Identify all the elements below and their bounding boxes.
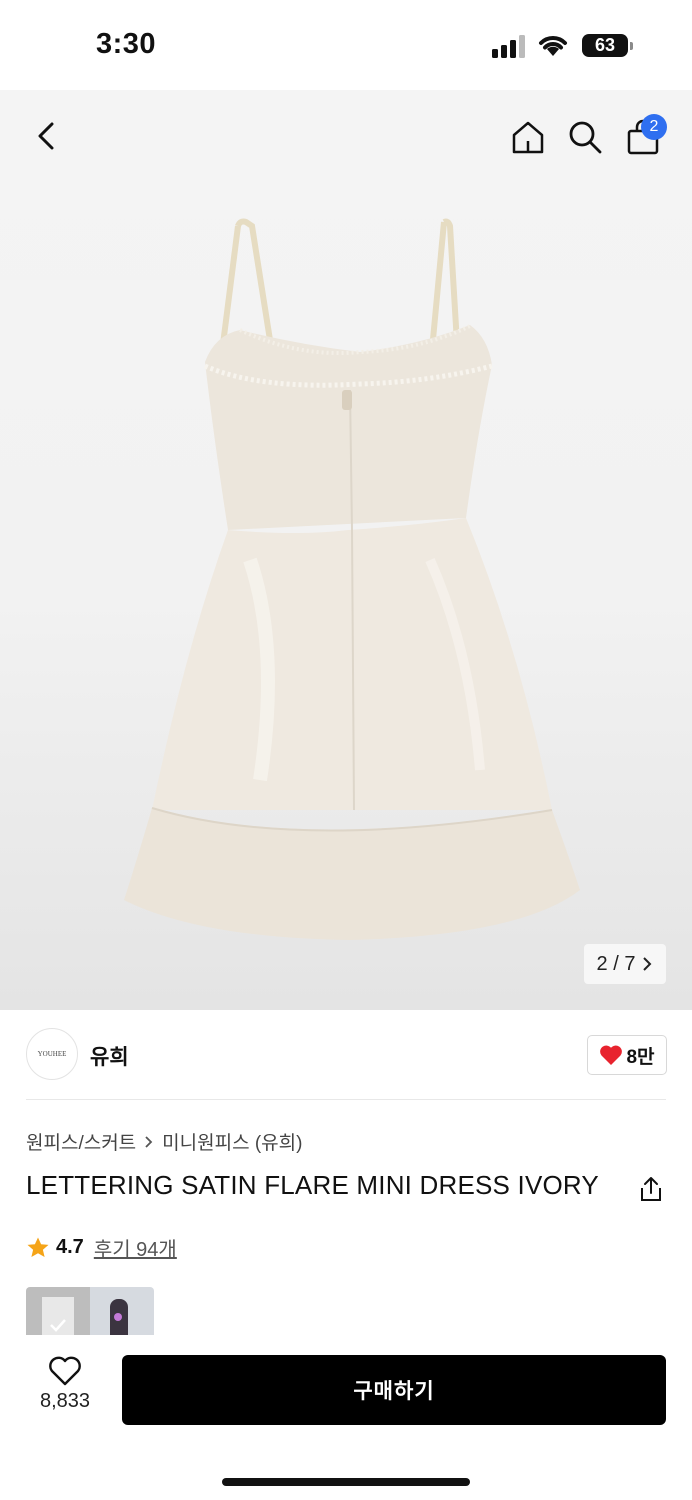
divider bbox=[26, 1099, 666, 1100]
share-button[interactable] bbox=[636, 1174, 666, 1204]
pager-text: 2 / 7 bbox=[596, 952, 636, 975]
product-image[interactable] bbox=[0, 90, 692, 1010]
back-button[interactable] bbox=[24, 114, 68, 158]
status-time: 3:30 bbox=[96, 28, 157, 60]
rating-score: 4.7 bbox=[56, 1236, 84, 1258]
star-icon bbox=[27, 1237, 49, 1257]
thumbnail-selected[interactable] bbox=[26, 1287, 90, 1335]
reviews-link[interactable]: 후기 94개 bbox=[94, 1233, 177, 1262]
store-name[interactable]: 유희 bbox=[90, 1041, 129, 1071]
share-icon bbox=[641, 1177, 661, 1201]
wishlist-count: 8,833 bbox=[39, 1390, 91, 1412]
battery-cap bbox=[630, 42, 633, 50]
product-title: LETTERING SATIN FLARE MINI DRESS IVORY bbox=[26, 1170, 599, 1200]
buy-button[interactable]: 구매하기 bbox=[122, 1355, 666, 1425]
wishlist-button[interactable]: 8,833 bbox=[30, 1356, 100, 1420]
store-logo[interactable]: YOUHEE bbox=[26, 1028, 78, 1080]
battery-indicator: 63 bbox=[582, 34, 628, 57]
home-button[interactable] bbox=[506, 115, 550, 159]
store-like-count: 8만 bbox=[626, 1046, 655, 1068]
check-icon bbox=[50, 1319, 66, 1332]
home-icon bbox=[512, 121, 544, 154]
wifi-icon bbox=[539, 36, 567, 56]
thumbnail[interactable] bbox=[90, 1287, 154, 1335]
home-indicator bbox=[222, 1478, 470, 1486]
search-icon bbox=[569, 121, 602, 154]
cellular-signal-icon bbox=[492, 34, 526, 58]
search-button[interactable] bbox=[563, 115, 607, 159]
breadcrumb-subcategory[interactable]: 미니원피스 (유희) bbox=[162, 1128, 302, 1155]
heart-outline-icon bbox=[49, 1356, 81, 1386]
breadcrumb-category[interactable]: 원피스/스커트 bbox=[26, 1128, 136, 1155]
rating-row: 4.7 후기 94개 bbox=[26, 1233, 177, 1262]
heart-filled-icon bbox=[600, 1045, 623, 1065]
store-like-button[interactable]: 8만 bbox=[587, 1035, 667, 1075]
breadcrumb: 원피스/스커트 미니원피스 (유희) bbox=[26, 1128, 302, 1155]
chevron-left-icon bbox=[38, 122, 54, 150]
dress-illustration bbox=[124, 218, 580, 940]
cart-count-badge: 2 bbox=[641, 114, 667, 140]
chevron-right-icon bbox=[643, 957, 652, 971]
gallery-pager[interactable]: 2 / 7 bbox=[584, 944, 666, 984]
thumbnail-strip[interactable] bbox=[26, 1287, 154, 1335]
chevron-right-icon bbox=[145, 1135, 153, 1148]
